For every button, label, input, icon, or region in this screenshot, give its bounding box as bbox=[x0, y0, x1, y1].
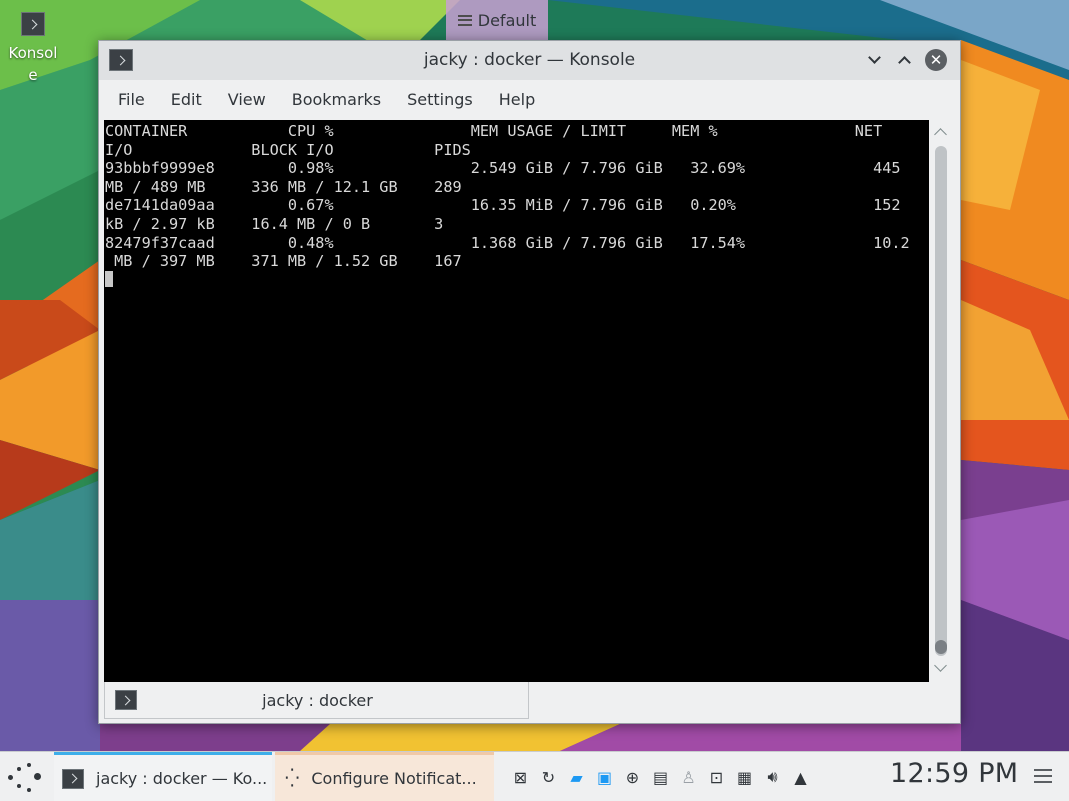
upload-icon[interactable]: ⊕ bbox=[622, 767, 643, 788]
menu-view[interactable]: View bbox=[215, 80, 279, 120]
network-icon[interactable]: ⊡ bbox=[706, 767, 727, 788]
volume-icon[interactable]: 🔊︎ bbox=[762, 767, 783, 788]
maximize-button[interactable] bbox=[893, 49, 915, 71]
user-icon[interactable]: ♙ bbox=[678, 767, 699, 788]
application-launcher-icon[interactable] bbox=[8, 763, 42, 792]
terminal-output[interactable]: CONTAINER CPU % MEM USAGE / LIMIT MEM % … bbox=[104, 120, 929, 682]
terminal-line: 82479f37caad 0.48% 1.368 GiB / 7.796 GiB… bbox=[105, 233, 910, 252]
menu-bookmarks[interactable]: Bookmarks bbox=[279, 80, 394, 120]
klipper-icon[interactable]: ⊠ bbox=[510, 767, 531, 788]
terminal-cursor bbox=[105, 270, 113, 287]
menu-icon bbox=[457, 14, 472, 26]
updates-icon[interactable]: ↻ bbox=[538, 767, 559, 788]
close-button[interactable]: ✕ bbox=[925, 49, 947, 71]
tab-jacky-docker[interactable]: jacky : docker bbox=[104, 682, 529, 719]
tab-bar: jacky : docker bbox=[104, 682, 959, 722]
scroll-up-icon[interactable] bbox=[934, 128, 947, 141]
terminal-line: kB / 2.97 kB 16.4 MB / 0 B 3 bbox=[105, 214, 444, 233]
task-label: jacky : docker — Ko... bbox=[96, 769, 268, 788]
terminal-line: I/O BLOCK I/O PIDS bbox=[105, 140, 471, 159]
desktop-icon-label: Konsole bbox=[8, 44, 58, 84]
chevron-up-icon bbox=[897, 56, 911, 69]
terminal-icon bbox=[62, 768, 84, 789]
scrollbar-thumb[interactable] bbox=[935, 640, 947, 654]
taskbar: jacky : docker — Ko... ⁛ Configure Notif… bbox=[0, 751, 1069, 801]
usb-device-icon[interactable]: ▤ bbox=[650, 767, 671, 788]
expand-tray-icon[interactable]: ▲ bbox=[790, 767, 811, 788]
menu-file[interactable]: File bbox=[105, 80, 158, 120]
task-label: Configure Notificat... bbox=[311, 769, 477, 788]
konsole-desktop-icon[interactable]: Konsole bbox=[4, 12, 62, 86]
konsole-window: jacky : docker — Konsole ✕ File Edit Vie… bbox=[98, 40, 961, 724]
menu-help[interactable]: Help bbox=[486, 80, 548, 120]
chevron-down-icon bbox=[867, 51, 881, 64]
activity-switcher[interactable]: Default bbox=[446, 0, 548, 40]
tab-title: jacky : docker bbox=[262, 690, 373, 710]
terminal-line: MB / 397 MB 371 MB / 1.52 GB 167 bbox=[105, 252, 462, 271]
scrollbar-track[interactable] bbox=[935, 146, 947, 656]
menu-edit[interactable]: Edit bbox=[158, 80, 215, 120]
notifications-icon: ⁛ bbox=[285, 768, 300, 789]
system-tray: ⊠ ↻ ▰ ▣ ⊕ ▤ ♙ ⊡ ▦ 🔊︎ ▲ bbox=[510, 764, 811, 790]
clock[interactable]: 12:59 PM bbox=[890, 758, 1018, 789]
chat-icon[interactable]: ▰ bbox=[566, 767, 587, 788]
terminal-icon bbox=[21, 12, 45, 36]
bluetooth-icon[interactable]: ▣ bbox=[594, 767, 615, 788]
terminal-line: MB / 489 MB 336 MB / 12.1 GB 289 bbox=[105, 177, 462, 196]
terminal-line: de7141da09aa 0.67% 16.35 MiB / 7.796 GiB… bbox=[105, 196, 901, 215]
clipboard-icon[interactable]: ▦ bbox=[734, 767, 755, 788]
terminal-icon bbox=[115, 690, 137, 710]
activity-label: Default bbox=[477, 10, 537, 30]
panel-options-icon[interactable] bbox=[1034, 769, 1052, 783]
task-konsole[interactable]: jacky : docker — Ko... bbox=[54, 752, 272, 801]
menu-bar: File Edit View Bookmarks Settings Help bbox=[99, 80, 960, 120]
window-titlebar[interactable]: jacky : docker — Konsole ✕ bbox=[99, 41, 960, 80]
scroll-down-icon[interactable] bbox=[934, 659, 947, 672]
minimize-button[interactable] bbox=[863, 49, 885, 71]
terminal-scrollbar[interactable] bbox=[930, 120, 954, 682]
terminal-line: CONTAINER CPU % MEM USAGE / LIMIT MEM % … bbox=[105, 122, 883, 140]
menu-settings[interactable]: Settings bbox=[394, 80, 486, 120]
task-configure-notifications[interactable]: ⁛ Configure Notificat... bbox=[275, 752, 494, 801]
terminal-line: 93bbbf9999e8 0.98% 2.549 GiB / 7.796 GiB… bbox=[105, 159, 901, 178]
window-title: jacky : docker — Konsole bbox=[423, 50, 636, 70]
close-icon: ✕ bbox=[929, 51, 943, 69]
